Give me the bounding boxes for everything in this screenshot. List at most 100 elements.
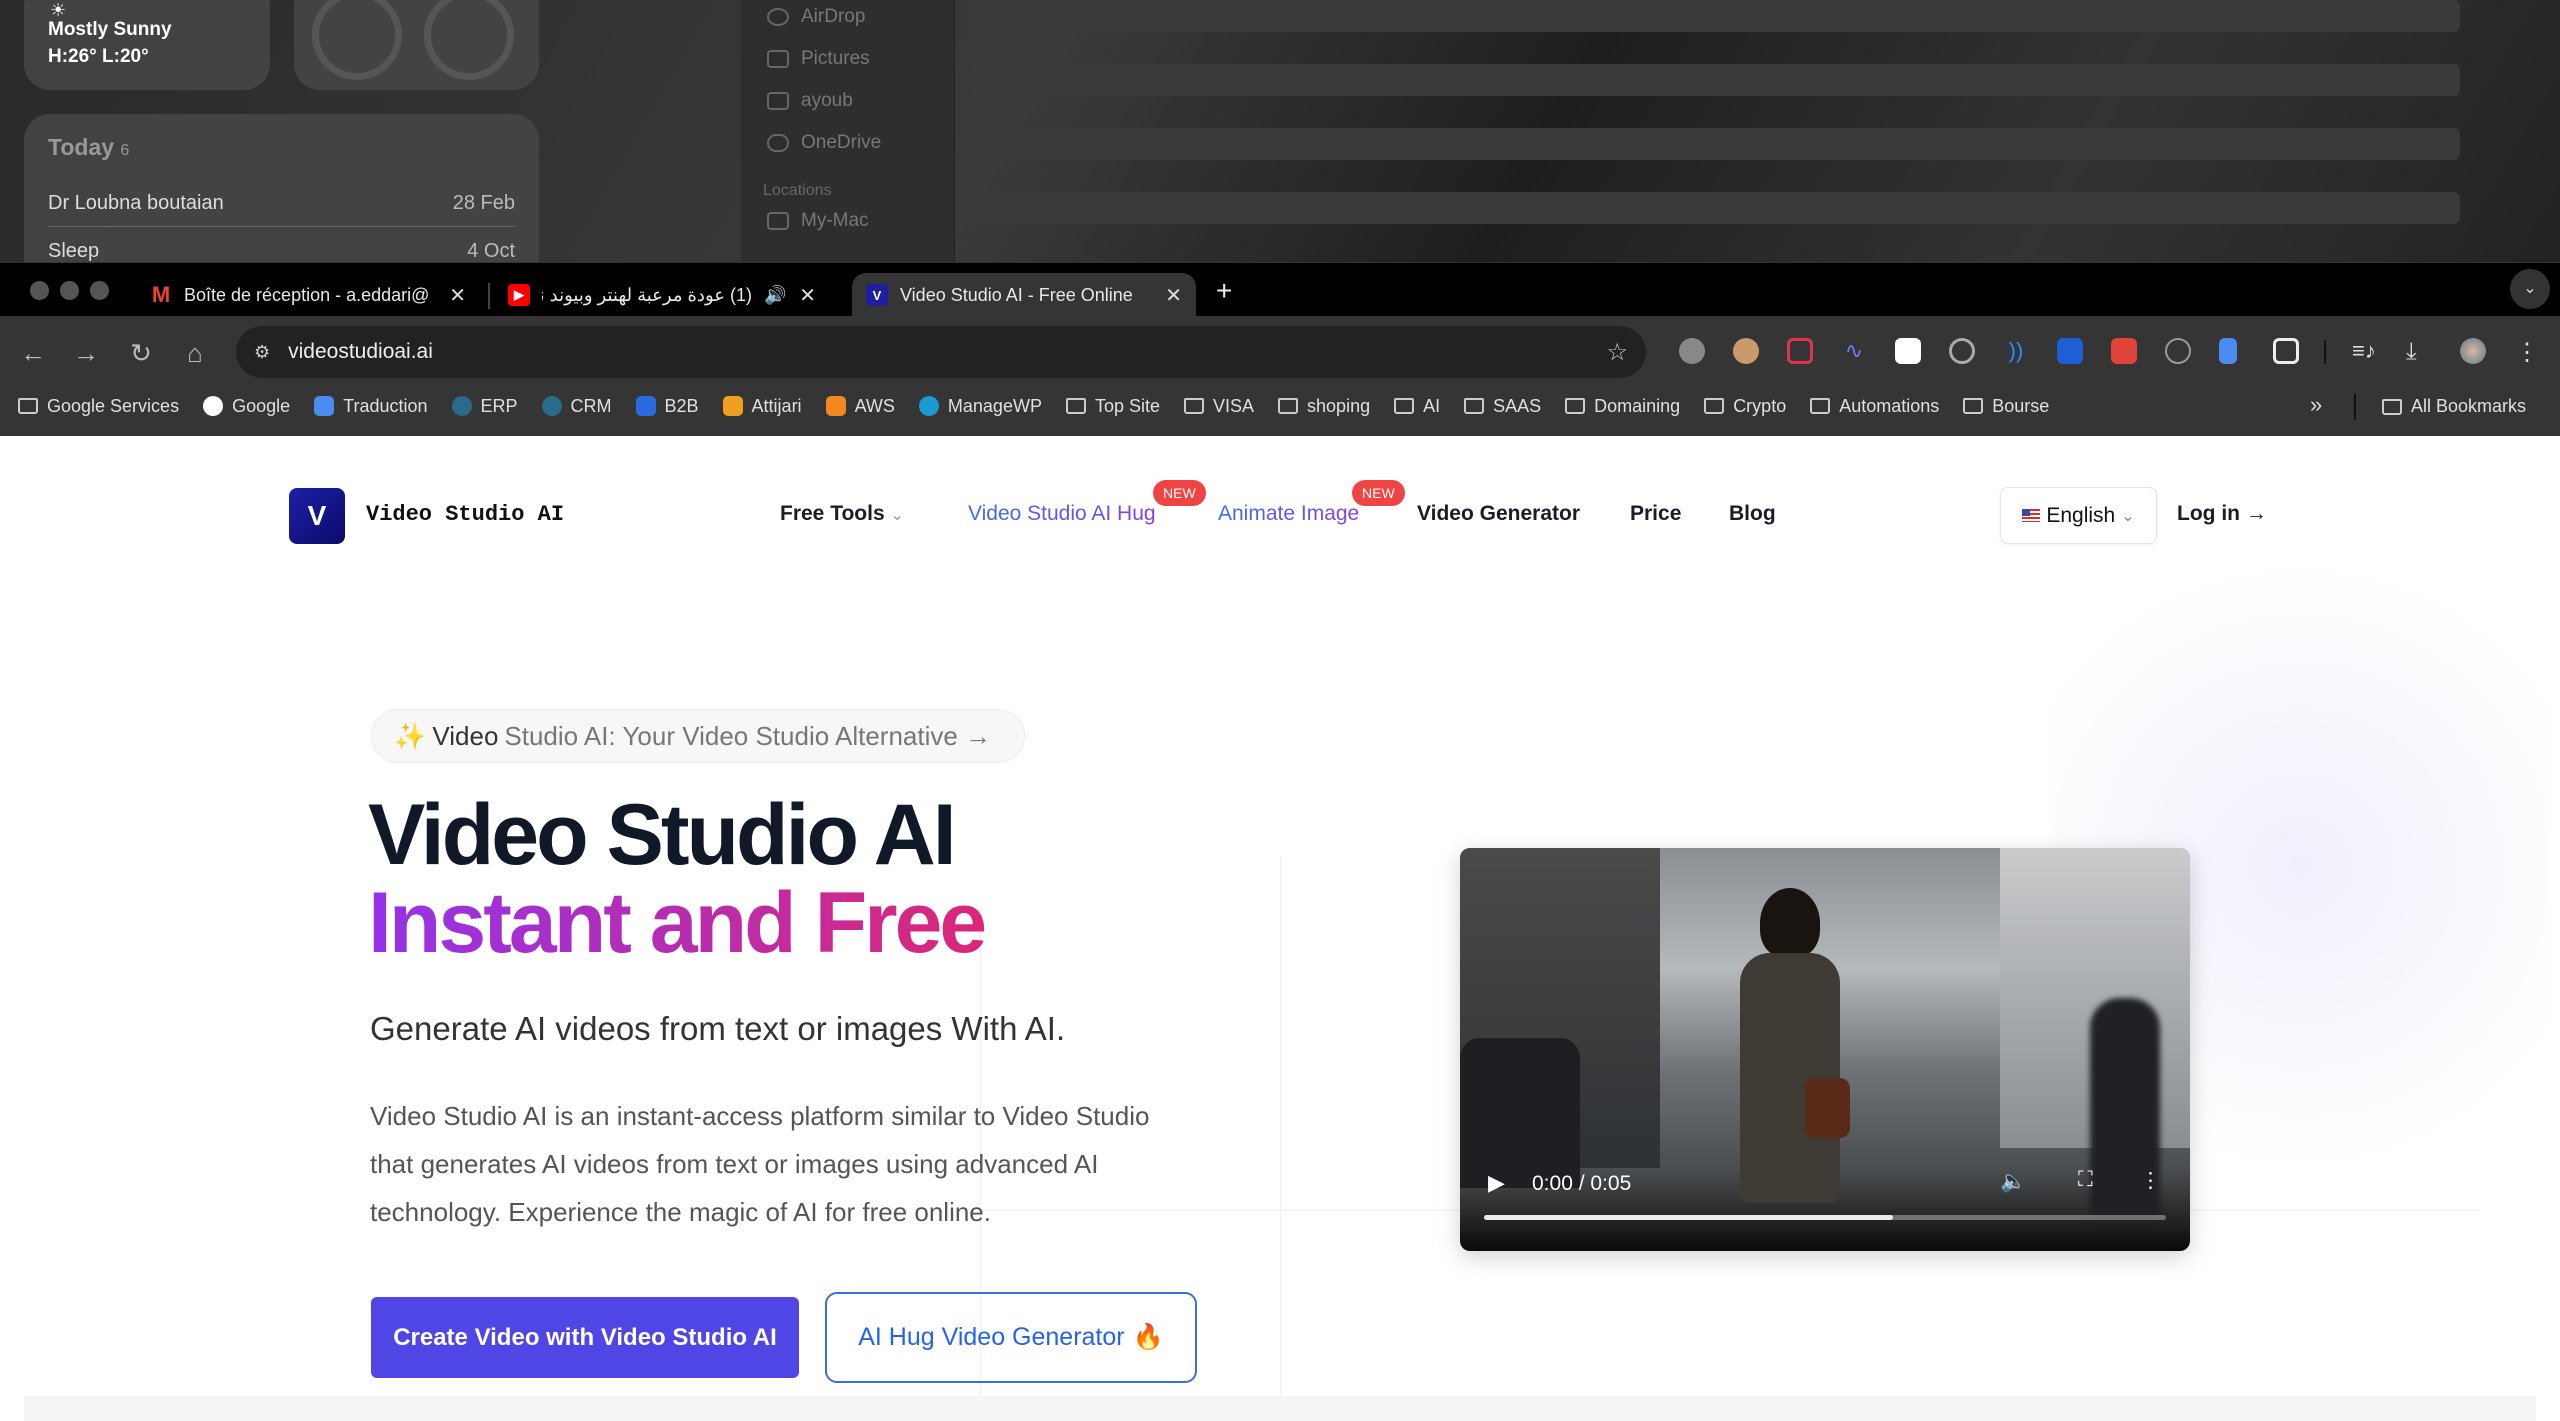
bookmark-item[interactable]: B2B (635, 396, 699, 417)
bookmark-item[interactable]: Bourse (1963, 396, 2049, 417)
nav-video-generator[interactable]: Video Generator (1417, 502, 1580, 526)
url-text[interactable]: videostudioai.ai (288, 340, 433, 364)
pocket-extension-icon[interactable] (1787, 338, 1813, 364)
finder-item-mac[interactable]: My-Mac (741, 200, 954, 242)
youtube-icon: ▶ (508, 284, 530, 306)
bookmark-item[interactable]: Crypto (1704, 396, 1786, 417)
ai-hug-generator-button[interactable]: AI Hug Video Generator 🔥 (825, 1292, 1197, 1383)
bookmark-item[interactable]: Domaining (1565, 396, 1680, 417)
bookmark-item[interactable]: Google Services (18, 396, 179, 417)
close-tab-icon[interactable]: ✕ (799, 283, 816, 308)
finder-item-onedrive[interactable]: OneDrive (741, 122, 954, 164)
speaker-icon[interactable]: 🔊 (764, 285, 786, 306)
waveform-extension-icon[interactable]: ∿ (1841, 338, 1867, 364)
bookmark-item[interactable]: ManageWP (918, 396, 1042, 417)
menu-kebab-icon[interactable]: ⋮ (2514, 338, 2540, 366)
compass-extension-icon[interactable] (2165, 338, 2191, 364)
close-tab-icon[interactable]: ✕ (1165, 283, 1182, 308)
nav-animate-image[interactable]: Animate Image (1218, 502, 1359, 526)
bookmark-item[interactable]: Automations (1810, 396, 1939, 417)
media-controls-icon[interactable]: ≡♪ (2352, 338, 2378, 364)
more-bookmarks-button[interactable]: » (2310, 392, 2322, 418)
finder-item-pictures[interactable]: Pictures (741, 38, 954, 80)
volume-icon[interactable]: 🔈 (2000, 1170, 2026, 1194)
docs-extension-icon[interactable] (2219, 338, 2237, 364)
camera-extension-icon[interactable] (1679, 338, 1705, 364)
profile-avatar[interactable] (2460, 338, 2486, 364)
forward-button[interactable]: → (71, 338, 101, 369)
bookmark-item[interactable]: CRM (541, 396, 612, 417)
window-minimize-button[interactable] (60, 281, 79, 300)
folder-icon (1704, 398, 1725, 414)
bookmark-item[interactable]: AI (1394, 396, 1440, 417)
owl-extension-icon[interactable] (1733, 338, 1759, 364)
new-tab-button[interactable]: + (1216, 275, 1232, 307)
video-options-icon[interactable]: ⋮ (2140, 1168, 2161, 1193)
lightbulb-extension-icon[interactable] (1949, 338, 1975, 364)
folder-icon (1810, 398, 1831, 414)
chevron-down-icon: ⌄ (890, 507, 904, 524)
nav-blog[interactable]: Blog (1729, 502, 1776, 526)
pill-text: Studio AI: Your Video Studio Alternative… (504, 720, 992, 751)
reminder-name[interactable]: Sleep (48, 240, 99, 263)
bookmark-label: All Bookmarks (2411, 396, 2527, 416)
back-button[interactable]: ← (18, 338, 48, 369)
download-icon[interactable]: ⤓ (2406, 338, 2432, 365)
tab-youtube[interactable]: ▶ (1) عودة مرعبة لهنتر وبيوند نيك 🔊 ✕ (494, 273, 830, 317)
hero-subtitle: Generate AI videos from text or images W… (370, 1010, 1066, 1047)
finder-item-airdrop[interactable]: AirDrop (741, 0, 954, 38)
bookmark-label: AWS (854, 395, 895, 416)
finder-row (970, 64, 2460, 96)
video-buffered-bar (1484, 1215, 1894, 1220)
nav-price[interactable]: Price (1630, 502, 1681, 526)
site-settings-icon[interactable]: ⚙ (254, 342, 270, 363)
hero-description: Video Studio AI is an instant-access pla… (370, 1101, 1150, 1227)
create-video-button[interactable]: Create Video with Video Studio AI (371, 1297, 799, 1378)
bookmark-item[interactable]: ERP (451, 396, 518, 417)
video-progress-track[interactable] (1484, 1215, 2166, 1220)
site-logo[interactable]: V (289, 488, 345, 544)
nav-free-tools[interactable]: Free Tools ⌄ (780, 502, 904, 526)
tab-gmail[interactable]: M Boîte de réception - a.eddari@ ✕ (136, 273, 480, 317)
bookmark-item[interactable]: Top Site (1065, 396, 1160, 417)
nav-video-studio-ai-hug[interactable]: Video Studio AI Hug (968, 502, 1156, 526)
home-button[interactable]: ⌂ (180, 338, 210, 369)
bookmark-item[interactable]: Attijari (722, 396, 802, 417)
pill-strong: Video (432, 720, 499, 751)
login-link[interactable]: Log in → (2177, 502, 2267, 526)
window-close-button[interactable] (30, 281, 49, 300)
bookmark-item[interactable]: shoping (1278, 396, 1370, 417)
brand-name[interactable]: Video Studio AI (366, 502, 564, 527)
reload-button[interactable]: ↻ (126, 338, 156, 369)
language-selector[interactable]: English ⌄ (2000, 487, 2157, 544)
send-extension-icon[interactable] (1895, 338, 1921, 364)
finder-row (970, 0, 2460, 32)
bookmark-item[interactable]: SAAS (1464, 396, 1541, 417)
bookmark-item[interactable]: VISA (1184, 396, 1254, 417)
bookmark-item[interactable]: Google (203, 396, 290, 417)
address-bar[interactable]: ⚙ videostudioai.ai ☆ (236, 326, 1646, 378)
extensions-puzzle-icon[interactable] (2273, 338, 2299, 364)
window-zoom-button[interactable] (90, 281, 109, 300)
all-bookmarks-button[interactable]: All Bookmarks (2382, 396, 2526, 417)
demo-video[interactable]: ▶ 0:00 / 0:05 🔈 ⛶ ⋮ (1460, 848, 2190, 1251)
tab-search-button[interactable]: ⌄ (2510, 269, 2550, 309)
bookmark-star-icon[interactable]: ☆ (1606, 338, 1628, 367)
reminder-name[interactable]: Dr Loubna boutaian (48, 192, 224, 215)
finder-item-home[interactable]: ayoub (741, 80, 954, 122)
weather-widget: ☀ Mostly Sunny H:26° L:20° (24, 0, 270, 90)
play-button[interactable]: ▶ (1488, 1170, 1505, 1196)
bookmark-item[interactable]: Traduction (314, 396, 428, 417)
todoist-extension-icon[interactable] (2111, 338, 2137, 364)
fullscreen-icon[interactable]: ⛶ (2078, 1168, 2093, 1192)
shield-icon (541, 396, 562, 416)
tab-video-studio[interactable]: V Video Studio AI - Free Online ✕ (852, 273, 1196, 317)
announcement-pill[interactable]: ✨ Video Studio AI: Your Video Studio Alter… (371, 709, 1025, 763)
wifi-extension-icon[interactable]: )) (2003, 338, 2029, 364)
bitwarden-extension-icon[interactable] (2057, 338, 2083, 364)
close-tab-icon[interactable]: ✕ (449, 283, 466, 308)
video-bag (1805, 1078, 1850, 1138)
bookmark-item[interactable]: AWS (825, 395, 895, 417)
cloud-icon (767, 134, 789, 152)
hero-heading-accent: Instant and Free (368, 874, 987, 983)
